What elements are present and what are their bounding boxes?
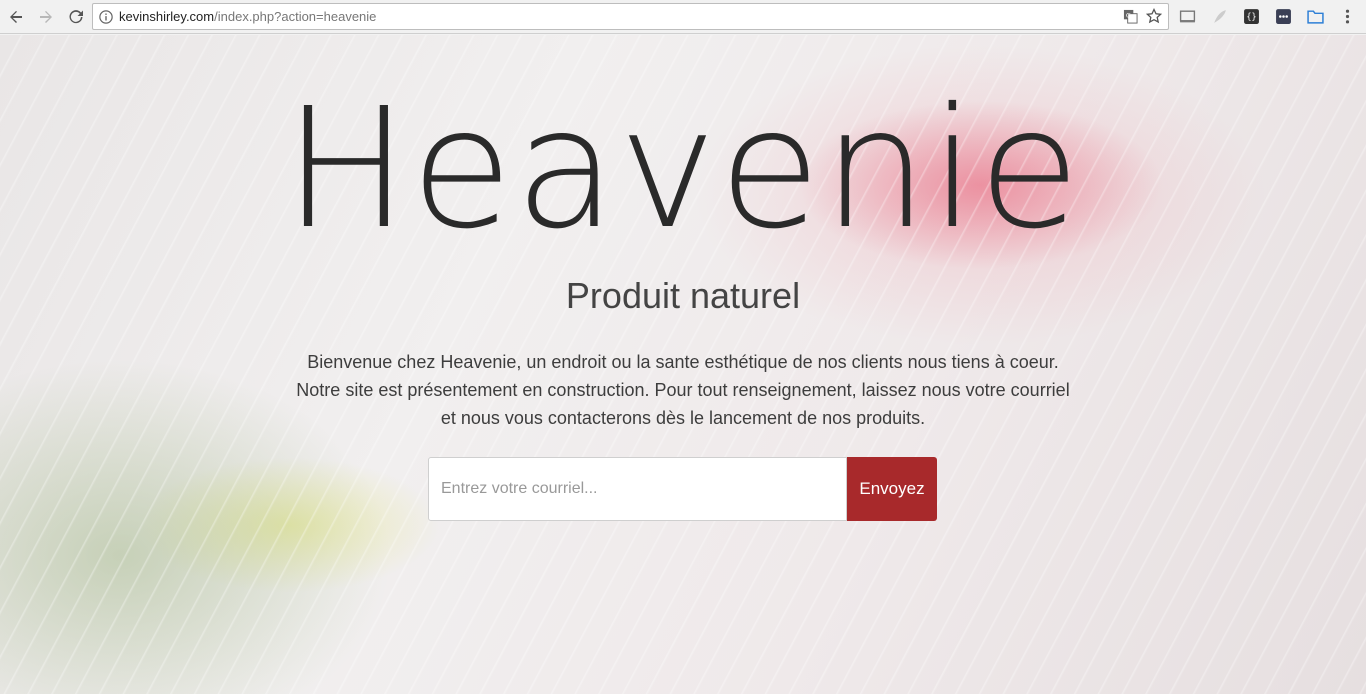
reload-icon — [69, 9, 83, 23]
hero-section: Heavenie Produit naturel Bienvenue chez … — [0, 35, 1366, 694]
url-path: /index.php?action=heavenie — [214, 9, 377, 24]
url-host: kevinshirley.com — [119, 9, 215, 24]
forward-button[interactable] — [32, 3, 60, 31]
feather-extension-icon[interactable] — [1208, 5, 1231, 28]
reload-button[interactable] — [62, 3, 90, 31]
submit-button[interactable]: Envoyez — [847, 457, 937, 521]
intro-paragraph: Bienvenue chez Heavenie, un endroit ou l… — [260, 348, 1106, 432]
code-extension-icon[interactable]: {} — [1240, 5, 1263, 28]
address-bar[interactable]: kevinshirley.com/index.php?action=heaven… — [92, 3, 1169, 30]
cast-extension-icon[interactable] — [1176, 5, 1199, 28]
page-title: Heavenie — [283, 73, 1083, 266]
back-button[interactable] — [2, 3, 30, 31]
translate-icon[interactable]: G — [1123, 9, 1138, 29]
arrow-left-icon — [10, 10, 22, 23]
more-dots-extension-icon[interactable] — [1272, 5, 1295, 28]
svg-text:{}: {} — [1246, 13, 1256, 23]
url-text: kevinshirley.com/index.php?action=heaven… — [119, 9, 376, 24]
info-icon[interactable] — [93, 9, 119, 24]
svg-text:G: G — [1126, 11, 1131, 19]
page-subtitle: Produit naturel — [565, 275, 801, 316]
browser-toolbar: kevinshirley.com/index.php?action=heaven… — [0, 0, 1366, 34]
intro-line: et nous vous contacterons dès le lanceme… — [440, 408, 926, 428]
bookmark-star-icon[interactable] — [1145, 7, 1163, 29]
menu-kebab-icon[interactable] — [1336, 5, 1359, 28]
email-field[interactable] — [428, 457, 847, 521]
intro-line: Notre site est présentement en construct… — [296, 380, 1070, 400]
newsletter-form: Envoyez — [428, 457, 937, 521]
arrow-right-icon — [40, 10, 52, 23]
folder-extension-icon[interactable] — [1304, 5, 1327, 28]
intro-line: Bienvenue chez Heavenie, un endroit ou l… — [307, 352, 1059, 372]
